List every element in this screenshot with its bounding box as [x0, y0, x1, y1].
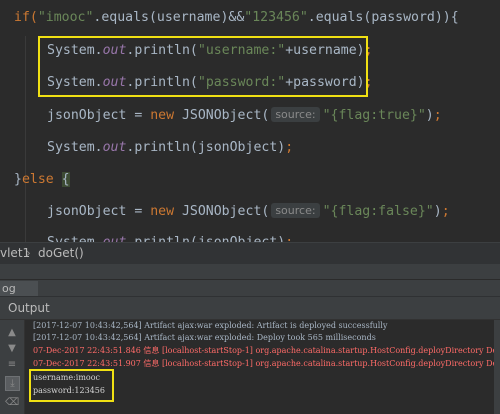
code-token: } — [14, 172, 22, 187]
code-token: .println(jsonObject) — [126, 235, 285, 242]
code-keyword: ; — [441, 204, 450, 219]
code-line-else[interactable]: }else { — [14, 171, 70, 189]
param-hint: source: — [271, 107, 320, 122]
tool-window-strip: og — [0, 264, 500, 296]
code-line-json-true[interactable]: jsonObject = new JSONObject(source: "{fla… — [47, 107, 442, 125]
code-keyword: new — [150, 108, 182, 123]
breadcrumb: vlet1 › doGet() — [0, 242, 500, 265]
code-string: "{flag:true}" — [322, 108, 426, 123]
output-panel-header: Output — [0, 296, 500, 320]
code-keyword: else — [21, 172, 62, 187]
code-token: System. — [47, 235, 103, 242]
code-token: .equals(username)&& — [93, 10, 245, 25]
log-line: [2017-12-07 10:43:42,564] Artifact ajax:… — [33, 321, 388, 330]
matched-brace: { — [61, 172, 70, 187]
output-panel-title: Output — [8, 301, 50, 315]
scroll-up-icon[interactable]: ▲ — [6, 326, 18, 338]
code-keyword: ; — [285, 235, 293, 242]
code-token: jsonObject = — [47, 204, 151, 219]
breadcrumb-separator: › — [26, 246, 31, 260]
output-highlight-box — [29, 369, 114, 402]
code-keyword: ; — [433, 108, 442, 123]
breadcrumb-item-method[interactable]: doGet() — [38, 243, 84, 264]
code-token: jsonObject = — [47, 108, 151, 123]
code-field: out — [103, 235, 127, 242]
scroll-down-icon[interactable]: ▼ — [6, 342, 18, 354]
code-keyword: new — [150, 204, 182, 219]
log-line: 07-Dec-2017 22:43:51.846 信息 [localhost-s… — [33, 346, 500, 355]
tool-tab-log[interactable]: og — [0, 281, 38, 296]
code-keyword: ; — [285, 140, 294, 155]
log-scrollbar[interactable] — [494, 320, 500, 414]
code-token: .println(jsonObject) — [126, 140, 286, 155]
indent-guide — [25, 36, 26, 242]
scroll-to-end-icon[interactable]: ⤓ — [5, 376, 20, 391]
code-token: ) — [433, 204, 442, 219]
log-line: [2017-12-07 10:43:42,564] Artifact ajax:… — [33, 333, 376, 342]
clear-icon[interactable]: ⌫ — [5, 396, 19, 408]
code-editor[interactable]: if("imooc".equals(username)&&"123456".eq… — [0, 0, 500, 242]
code-string: "123456" — [244, 10, 308, 25]
code-keyword: if( — [14, 10, 38, 25]
code-token: .equals(password)){ — [307, 10, 459, 25]
param-hint: source: — [271, 203, 320, 218]
code-string: "{flag:false}" — [322, 204, 434, 219]
code-highlight-box — [38, 36, 368, 97]
code-token: JSONObject( — [181, 204, 270, 219]
strip-divider — [0, 279, 500, 280]
log-line: 07-Dec-2017 22:43:51.907 信息 [localhost-s… — [33, 359, 500, 368]
code-field: out — [102, 140, 127, 155]
code-line-if[interactable]: if("imooc".equals(username)&&"123456".eq… — [14, 9, 459, 27]
code-token: System. — [47, 140, 103, 155]
code-token: JSONObject( — [181, 108, 270, 123]
code-string: "imooc" — [37, 10, 94, 25]
soft-wrap-icon[interactable]: ≡ — [6, 358, 18, 370]
code-line-print-json-partial[interactable]: System.out.println(jsonObject); — [47, 234, 293, 242]
code-token: ) — [425, 108, 434, 123]
code-line-print-json[interactable]: System.out.println(jsonObject); — [47, 139, 293, 157]
code-line-json-false[interactable]: jsonObject = new JSONObject(source: "{fla… — [47, 203, 450, 221]
output-toolbar: ▲ ▼ ≡ ⤓ ⌫ — [0, 320, 25, 414]
